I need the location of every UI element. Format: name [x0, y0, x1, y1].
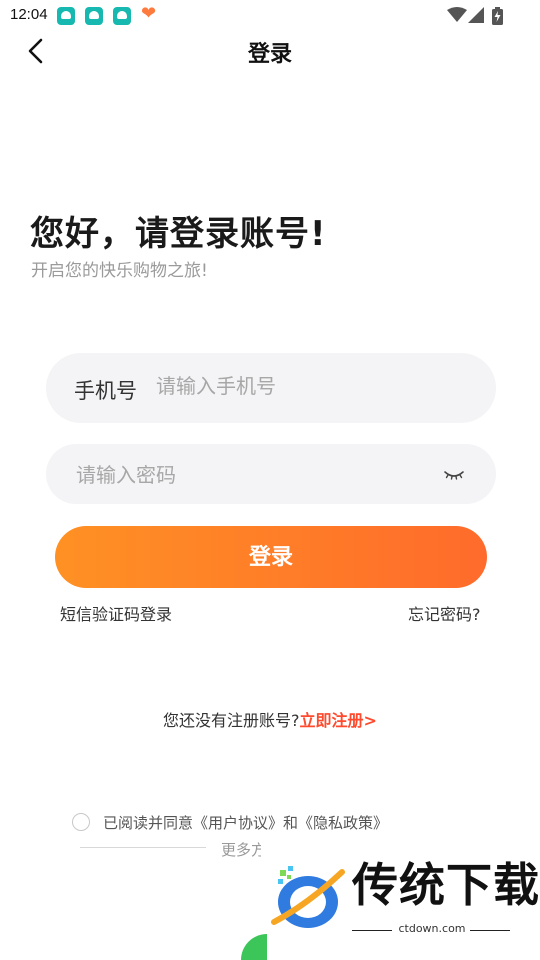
heart-app-icon: ❤ — [141, 3, 157, 24]
password-input[interactable] — [74, 456, 418, 494]
app-notification-icon — [57, 7, 75, 25]
eye-closed-icon[interactable] — [442, 464, 466, 484]
wifi-icon — [447, 7, 467, 22]
status-bar: 12:04 ❤ — [0, 0, 540, 32]
app-notification-icon — [85, 7, 103, 25]
sms-login-link[interactable]: 短信验证码登录 — [60, 601, 172, 625]
more-login-options-label: 更多方 — [221, 841, 261, 859]
chevron-left-icon — [28, 38, 43, 64]
forgot-password-link[interactable]: 忘记密码? — [408, 601, 481, 625]
ctdown-logo-icon — [271, 866, 345, 928]
watermark-url: ctdown.com — [398, 922, 466, 935]
register-link[interactable]: 立即注册> — [300, 711, 377, 730]
page-title: 登录 — [247, 42, 292, 67]
status-time: 12:04 — [10, 6, 48, 23]
phone-field[interactable]: 手机号 — [46, 353, 496, 423]
register-prompt: 您还没有注册账号? — [163, 711, 300, 730]
password-field[interactable] — [46, 444, 496, 504]
login-button[interactable]: 登录 — [55, 526, 487, 588]
signal-icon — [468, 7, 484, 23]
phone-input[interactable] — [154, 367, 478, 405]
agreement-text[interactable]: 已阅读并同意《用户协议》和《隐私政策》 — [103, 812, 388, 833]
phone-label: 手机号 — [74, 379, 137, 403]
app-notification-icon — [113, 7, 131, 25]
back-button[interactable] — [22, 36, 52, 66]
divider-line — [80, 847, 206, 848]
greeting-heading: 您好，请登录账号! — [30, 214, 327, 254]
agreement-checkbox[interactable] — [72, 813, 90, 831]
watermark-brand: 传统下载 — [352, 858, 540, 912]
battery-charging-icon — [492, 7, 503, 25]
register-row: 您还没有注册账号?立即注册> — [0, 707, 540, 731]
third-party-login-icon[interactable] — [239, 932, 267, 960]
greeting-subheading: 开启您的快乐购物之旅! — [31, 261, 208, 281]
